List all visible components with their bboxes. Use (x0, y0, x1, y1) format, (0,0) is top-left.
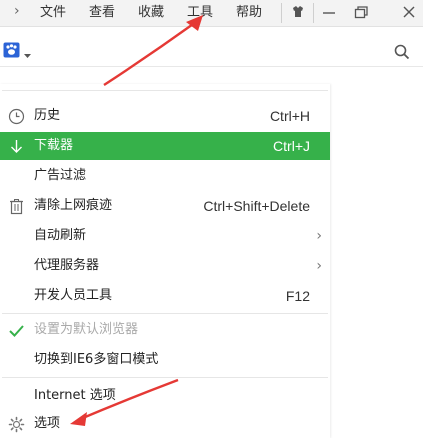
menu-item-developer-tools[interactable]: 开发人员工具 F12 (0, 282, 330, 310)
skin-button[interactable] (283, 0, 313, 26)
menu-item-internet-options[interactable]: Internet 选项 (0, 382, 330, 410)
close-icon (403, 6, 415, 18)
menu-item-label: 下载器 (34, 138, 74, 153)
menu-divider (2, 313, 328, 314)
menu-item-label: Internet 选项 (34, 388, 116, 403)
forward-chevron-icon[interactable]: › (14, 3, 20, 19)
menu-item-shortcut: Ctrl+Shift+Delete (203, 198, 310, 214)
menu-item-shortcut: Ctrl+J (273, 138, 310, 154)
menu-item-proxy-server[interactable]: 代理服务器 › (0, 252, 330, 280)
check-icon (9, 325, 24, 337)
dropdown-caret-icon[interactable] (24, 54, 31, 59)
menu-item-history[interactable]: 历史 Ctrl+H (0, 102, 330, 130)
close-button[interactable] (390, 0, 420, 26)
menu-item-label: 设置为默认浏览器 (34, 322, 139, 337)
restore-button[interactable] (346, 0, 376, 26)
menu-file[interactable]: 文件 (40, 4, 66, 22)
menu-bar: › 文件 查看 收藏 工具 帮助 (0, 0, 423, 27)
menu-divider (2, 90, 328, 91)
menu-item-label: 开发人员工具 (34, 288, 113, 303)
address-bar[interactable] (0, 34, 423, 67)
menu-item-label: 历史 (34, 108, 61, 123)
menu-help[interactable]: 帮助 (236, 4, 262, 22)
menu-item-ad-filter[interactable]: 广告过滤 (0, 162, 330, 190)
menu-item-auto-refresh[interactable]: 自动刷新 › (0, 222, 330, 250)
minimize-icon (323, 12, 335, 14)
menu-divider (2, 377, 328, 378)
chevron-right-icon: › (316, 258, 322, 274)
menu-favorites[interactable]: 收藏 (138, 4, 164, 22)
menu-view[interactable]: 查看 (89, 4, 115, 22)
menu-item-label: 切换到IE6多窗口模式 (34, 352, 159, 367)
menu-tools[interactable]: 工具 (187, 4, 213, 22)
tools-dropdown-menu: 历史 Ctrl+H 下载器 Ctrl+J 广告过滤 清除上网痕迹 Ctrl+Sh… (0, 84, 330, 438)
menu-item-shortcut: Ctrl+H (269, 108, 310, 124)
download-arrow-icon (11, 140, 22, 153)
chevron-right-icon: › (316, 228, 322, 244)
menu-item-label: 广告过滤 (34, 168, 87, 183)
menu-item-clear-traces[interactable]: 清除上网痕迹 Ctrl+Shift+Delete (0, 192, 330, 220)
menubar-separator (281, 3, 282, 23)
menu-item-label: 代理服务器 (34, 258, 100, 273)
clock-icon (8, 108, 25, 125)
search-engine-icon[interactable] (3, 42, 23, 59)
shirt-icon (293, 6, 303, 17)
menu-item-label: 选项 (34, 416, 61, 431)
trash-icon (10, 199, 23, 215)
menu-item-set-default-browser: 设置为默认浏览器 (0, 316, 330, 344)
gear-icon (8, 416, 25, 433)
menu-item-shortcut: F12 (285, 288, 310, 304)
restore-icon (354, 6, 368, 19)
menu-item-label: 自动刷新 (34, 228, 87, 243)
minimize-button[interactable] (314, 0, 344, 26)
menu-item-options[interactable]: 选项 (0, 410, 330, 438)
search-icon[interactable] (394, 44, 410, 60)
menu-item-ie6-mode[interactable]: 切换到IE6多窗口模式 (0, 346, 330, 374)
menu-item-downloader[interactable]: 下载器 Ctrl+J (0, 132, 330, 160)
menu-item-label: 清除上网痕迹 (34, 198, 113, 213)
